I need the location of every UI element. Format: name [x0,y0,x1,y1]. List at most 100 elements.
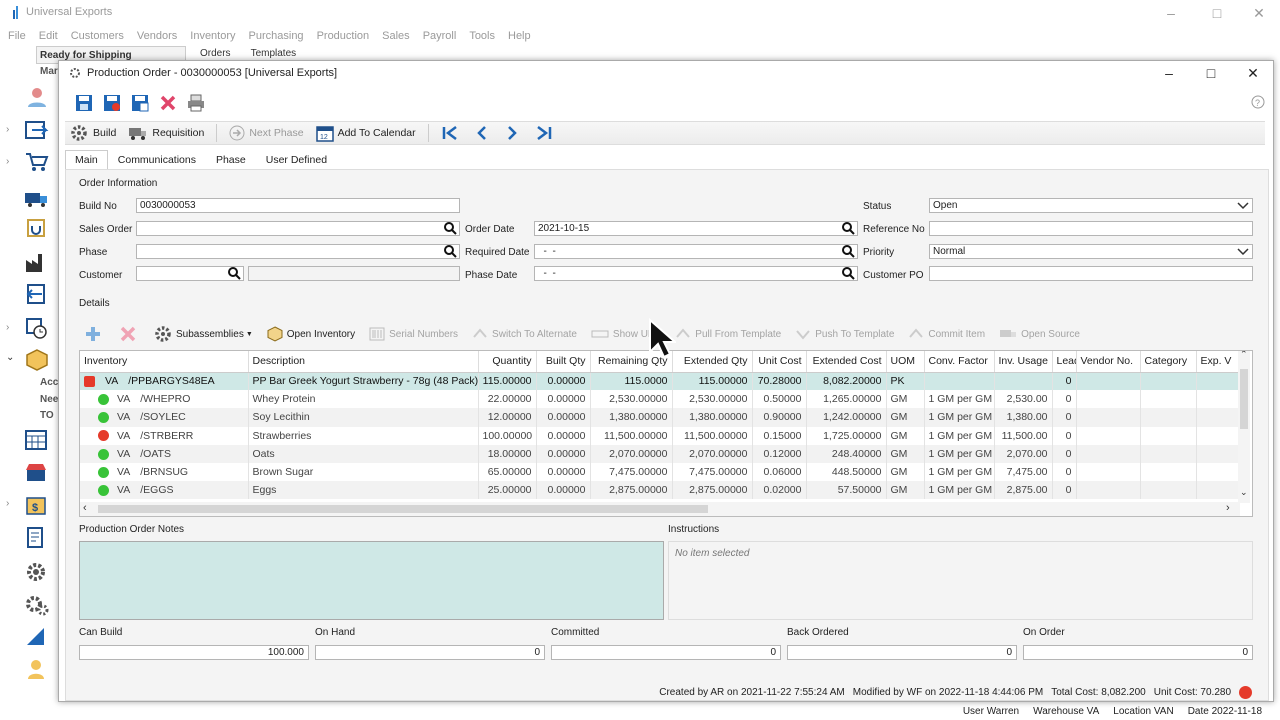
nav-calendar-icon[interactable] [24,428,50,452]
horizontal-scrollbar[interactable]: ‹ › [80,502,1240,516]
add-row-button[interactable] [84,325,106,343]
delete-row-button[interactable] [120,326,140,342]
nav-schedule-icon[interactable] [24,316,50,340]
nav-store-icon[interactable] [24,460,50,484]
open-source-button[interactable]: Open Source [999,328,1080,340]
details-grid[interactable]: Inventory Description Quantity Built Qty Rem… [79,350,1253,517]
order-date-search-icon[interactable] [842,222,855,235]
column-header[interactable]: Quantity [478,351,537,373]
column-header[interactable]: Inv. Usage [994,351,1053,373]
scroll-up-icon[interactable]: ⌃ [1240,351,1248,360]
scroll-down-icon[interactable]: ⌄ [1240,487,1248,498]
nav-tools-icon[interactable] [24,592,50,616]
dialog-close-icon[interactable]: ✕ [1243,64,1263,82]
menu-purchasing[interactable]: Purchasing [249,28,304,46]
serial-numbers-button[interactable]: Serial Numbers [369,327,458,341]
nav-receiving-icon[interactable] [24,216,50,240]
column-header[interactable]: Vendor No. [1076,351,1141,373]
tab-main[interactable]: Main [65,150,108,169]
first-record-button[interactable] [435,122,469,144]
next-phase-button[interactable]: Next Phase [223,122,309,144]
cancel-icon[interactable] [157,92,179,114]
nav-vendors-icon[interactable] [24,118,50,142]
vertical-scroll-thumb[interactable] [1240,369,1248,429]
add-to-calendar-button[interactable]: 12 Add To Calendar [310,122,422,144]
table-row[interactable]: VA/STRBERR Strawberries 100.00000 0.00000 11… [80,426,1241,445]
phase-search-icon[interactable] [444,245,457,258]
pull-from-template-button[interactable]: Pull From Template [675,327,781,341]
tab-phase[interactable]: Phase [206,150,256,169]
save-and-new-icon[interactable] [101,92,123,114]
sales-order-field[interactable] [136,221,460,236]
vertical-scrollbar[interactable]: ⌃ ⌄ [1238,351,1250,503]
help-icon[interactable]: ? [1251,95,1265,112]
menu-payroll[interactable]: Payroll [423,28,457,46]
table-row[interactable]: VA/PPBARGYS48EA PP Bar Greek Yogurt Straw… [80,372,1241,391]
column-header[interactable]: Category [1140,351,1197,373]
tab-user-defined[interactable]: User Defined [256,150,337,169]
menu-file[interactable]: File [8,28,26,46]
menu-customers[interactable]: Customers [71,28,124,46]
app-close-icon[interactable]: ✕ [1250,4,1268,22]
scroll-right-icon[interactable]: › [1226,502,1230,514]
customer-search-icon[interactable] [228,267,241,280]
menu-help[interactable]: Help [508,28,531,46]
app-maximize-icon[interactable]: □ [1208,4,1226,22]
nav-expand-icon[interactable]: › [6,156,9,167]
dialog-maximize-icon[interactable]: □ [1201,64,1221,82]
nav-transfer-icon[interactable] [24,282,50,306]
column-header[interactable]: Description [248,351,479,373]
nav-purchasing-icon[interactable] [24,150,50,174]
status-select[interactable]: Open [929,198,1253,213]
menu-production[interactable]: Production [317,28,370,46]
nav-settings-icon[interactable] [24,560,50,584]
save-and-close-icon[interactable] [129,92,151,114]
requisition-button[interactable]: Requisition [122,122,210,144]
table-row[interactable]: VA/BRNSUG Brown Sugar 65.00000 0.00000 7,475… [80,462,1241,482]
table-row[interactable]: VA/OATS Oats 18.00000 0.00000 2,070.00000 2,0… [80,444,1241,463]
nav-inventory-icon[interactable] [24,348,50,372]
nav-report-icon[interactable] [24,526,50,550]
menu-tools[interactable]: Tools [469,28,495,46]
column-header[interactable]: Conv. Factor [924,351,995,373]
menu-sales[interactable]: Sales [382,28,410,46]
column-header[interactable]: Built Qty [536,351,591,373]
nav-cash-icon[interactable]: $ [24,492,50,516]
customer-field[interactable] [136,266,244,281]
print-icon[interactable] [185,92,207,114]
last-record-button[interactable] [529,122,563,144]
customer-po-field[interactable] [929,266,1253,281]
table-row[interactable]: VA/EGGS Eggs 25.00000 0.00000 2,875.00000 2,8… [80,481,1241,500]
reference-no-field[interactable] [929,221,1253,236]
nav-expand-icon[interactable]: › [6,322,9,333]
background-tab-orders[interactable]: Orders [190,48,241,59]
production-order-notes-textarea[interactable] [79,541,664,620]
nav-expand-icon[interactable]: › [6,124,9,135]
nav-expand-icon[interactable]: › [6,498,9,509]
priority-select[interactable]: Normal [929,244,1253,259]
commit-item-button[interactable]: Commit Item [908,327,985,341]
phase-date-field[interactable]: - - [534,266,858,281]
switch-to-alternate-button[interactable]: Switch To Alternate [472,327,577,341]
build-no-field[interactable]: 0030000053 [136,198,460,213]
menu-inventory[interactable]: Inventory [190,28,235,46]
nav-customers-icon[interactable] [24,85,50,109]
sales-order-search-icon[interactable] [444,222,457,235]
nav-shipping-icon[interactable] [24,186,50,210]
menu-edit[interactable]: Edit [39,28,58,46]
nav-analytics-icon[interactable] [24,624,50,648]
required-date-search-icon[interactable] [842,245,855,258]
column-header[interactable]: Inventory [80,351,249,373]
column-header[interactable]: UOM [886,351,925,373]
subassemblies-button[interactable]: Subassemblies ▼ [154,325,253,343]
required-date-field[interactable]: - - [534,244,858,259]
save-icon[interactable] [73,92,95,114]
dialog-minimize-icon[interactable]: – [1159,64,1179,82]
column-header[interactable]: Exp. V [1196,351,1241,373]
horizontal-scroll-thumb[interactable] [98,505,708,513]
phase-date-search-icon[interactable] [842,267,855,280]
previous-record-button[interactable] [469,122,499,144]
column-header[interactable]: Lead [1052,351,1077,373]
scroll-left-icon[interactable]: ‹ [83,502,87,514]
push-to-template-button[interactable]: Push To Template [795,327,894,341]
